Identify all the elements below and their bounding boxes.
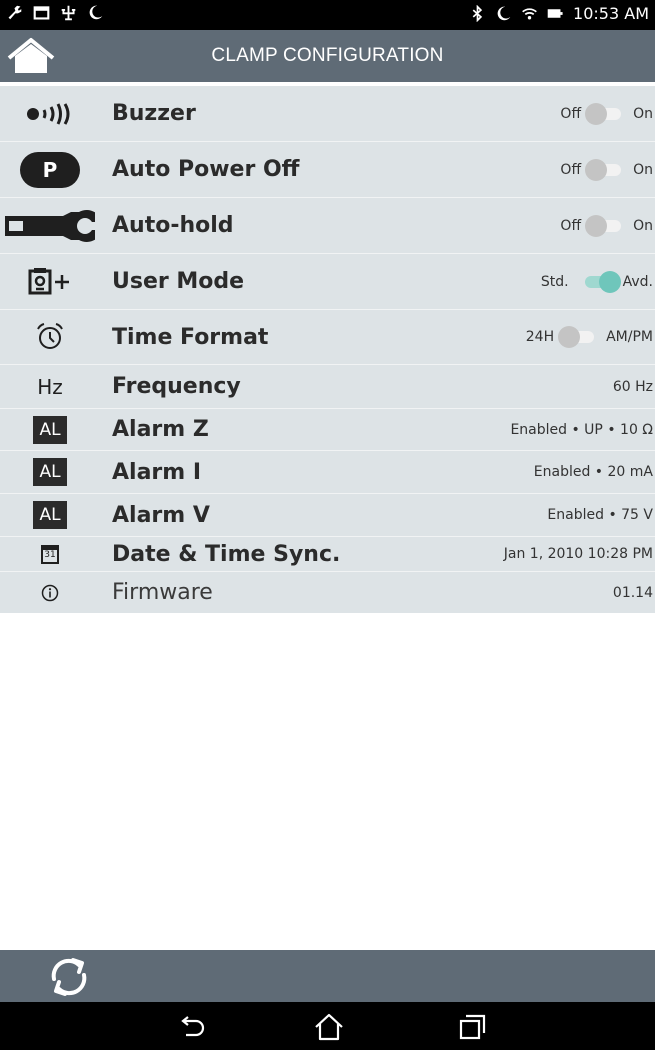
bluetooth-icon [472, 5, 483, 22]
content-area: Buzzer Off On P Auto Power Off Off On Au… [0, 82, 655, 950]
alarm-v-label: Alarm V [112, 502, 210, 528]
auto-power-off-switch[interactable] [585, 158, 625, 181]
auto-hold-toggle[interactable]: Off On [560, 198, 653, 253]
settings-list: Buzzer Off On P Auto Power Off Off On Au… [0, 86, 655, 613]
setting-row-user-mode: User Mode Std. Avd. [0, 254, 655, 310]
auto-power-off-toggle[interactable]: Off On [560, 142, 653, 197]
alarm-v-value: Enabled • 75 V [547, 507, 653, 523]
user-mode-icon [28, 267, 69, 294]
buzzer-on-label: On [633, 105, 653, 122]
buzzer-label: Buzzer [112, 101, 196, 126]
date-time-sync-label: Date & Time Sync. [112, 541, 341, 567]
user-mode-label: User Mode [112, 269, 245, 294]
user-mode-avd-label: Avd. [622, 273, 653, 290]
time-format-label: Time Format [112, 324, 269, 350]
calendar-icon: 31 [41, 544, 59, 564]
auto-power-off-label: Auto Power Off [112, 157, 300, 182]
alarm-icon: AL [33, 458, 67, 486]
power-off-icon: P [20, 151, 80, 188]
refresh-icon[interactable] [46, 954, 92, 1000]
setting-row-alarm-v[interactable]: AL Alarm V Enabled • 75 V [0, 494, 655, 537]
auto-hold-on-label: On [633, 217, 653, 234]
hertz-icon: Hz [37, 374, 63, 399]
back-icon[interactable] [176, 1012, 208, 1042]
buzzer-off-label: Off [560, 105, 582, 122]
setting-row-firmware: Firmware 01.14 [0, 572, 655, 613]
setting-row-auto-power-off: P Auto Power Off Off On [0, 142, 655, 198]
wrench-icon [8, 5, 22, 20]
moon-icon [89, 5, 103, 20]
moon-icon [497, 6, 511, 21]
alarm-z-value: Enabled • UP • 10 Ω [510, 421, 653, 438]
status-time: 10:53 AM [573, 4, 649, 23]
frequency-label: Frequency [112, 374, 241, 399]
auto-hold-off-label: Off [560, 217, 582, 234]
buzzer-icon [27, 102, 70, 125]
app-header: CLAMP CONFIGURATION [0, 30, 655, 82]
auto-power-off-on-label: On [633, 161, 653, 178]
battery-icon [547, 9, 563, 18]
firmware-label: Firmware [112, 580, 213, 605]
setting-row-frequency[interactable]: Hz Frequency 60 Hz [0, 365, 655, 409]
setting-row-alarm-z[interactable]: AL Alarm Z Enabled • UP • 10 Ω [0, 409, 655, 451]
info-icon [41, 584, 59, 601]
home-icon[interactable] [313, 1012, 345, 1042]
page-title: CLAMP CONFIGURATION [211, 45, 444, 66]
alarm-icon: AL [33, 501, 67, 529]
wifi-icon [522, 8, 537, 20]
user-mode-switch[interactable] [581, 270, 621, 293]
auto-power-off-off-label: Off [560, 161, 582, 178]
footer-bar [0, 950, 655, 1002]
alarm-clock-icon [37, 323, 63, 349]
frequency-value: 60 Hz [612, 378, 653, 395]
buzzer-switch[interactable] [585, 102, 625, 125]
alarm-icon: AL [33, 415, 67, 444]
alarm-i-label: Alarm I [112, 459, 202, 485]
usb-icon [61, 5, 76, 21]
setting-row-auto-hold: Auto-hold Off On [0, 198, 655, 254]
time-format-24h-label: 24H [525, 329, 555, 345]
setting-row-date-time-sync[interactable]: 31 Date & Time Sync. Jan 1, 2010 10:28 P… [0, 537, 655, 572]
setting-row-time-format: Time Format 24H AM/PM [0, 310, 655, 365]
setting-row-alarm-i[interactable]: AL Alarm I Enabled • 20 mA [0, 451, 655, 494]
time-format-toggle[interactable]: 24H AM/PM [526, 310, 653, 364]
alarm-i-value: Enabled • 20 mA [533, 464, 653, 480]
date-time-sync-value: Jan 1, 2010 10:28 PM [503, 546, 653, 562]
alarm-z-label: Alarm Z [112, 417, 209, 442]
recents-icon[interactable] [456, 1012, 488, 1042]
user-mode-std-label: Std. [540, 273, 569, 290]
navigation-bar [0, 1002, 655, 1050]
auto-hold-switch[interactable] [585, 214, 625, 237]
buzzer-toggle[interactable]: Off On [560, 86, 653, 141]
time-format-ampm-label: AM/PM [606, 329, 653, 345]
auto-hold-label: Auto-hold [112, 213, 234, 238]
time-format-switch[interactable] [558, 326, 598, 348]
image-icon [33, 6, 50, 20]
setting-row-buzzer: Buzzer Off On [0, 86, 655, 142]
user-mode-toggle[interactable]: Std. Avd. [541, 254, 653, 309]
clamp-icon [5, 209, 95, 242]
status-bar: 10:53 AM [0, 0, 655, 30]
firmware-value: 01.14 [612, 584, 653, 601]
